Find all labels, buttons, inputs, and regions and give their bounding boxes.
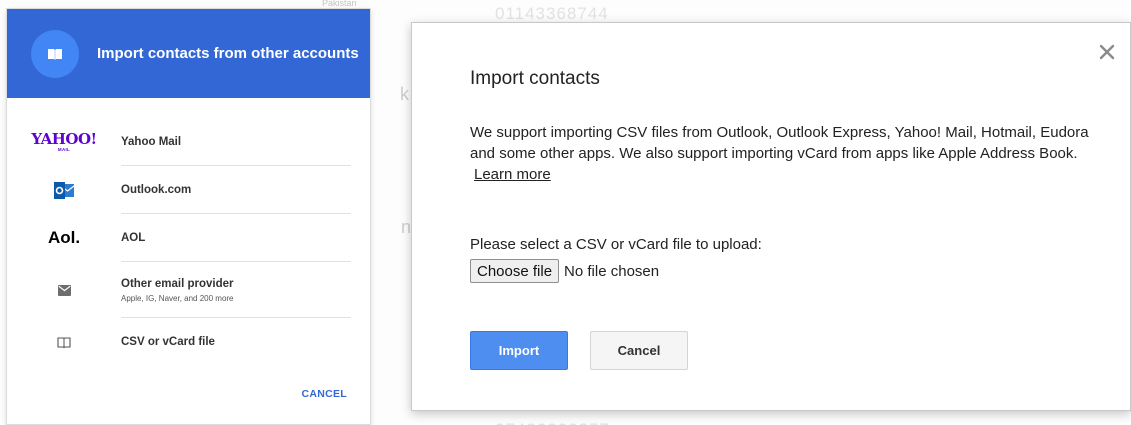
mail-icon (7, 284, 121, 296)
file-select-label: Please select a CSV or vCard file to upl… (470, 236, 762, 253)
cancel-button[interactable]: CANCEL (301, 388, 347, 400)
dialog-description: We support importing CSV files from Outl… (470, 122, 1100, 185)
aol-logo: Aol. (47, 228, 81, 247)
provider-sublabel: Apple, IG, Naver, and 200 more (121, 293, 234, 303)
close-icon[interactable] (1098, 43, 1116, 61)
dialog-header: Import contacts from other accounts (7, 9, 370, 98)
import-button[interactable]: Import (470, 331, 568, 370)
provider-label: Outlook.com (121, 184, 192, 196)
provider-label: Other email provider (121, 277, 234, 290)
background-phone-number-bottom: 07482223357 (495, 420, 610, 425)
dialog-title: Import contacts from other accounts (97, 45, 359, 62)
screen: 01143368744 07482223357 k n Pakistan Imp… (0, 0, 1131, 425)
provider-label: AOL (121, 232, 146, 244)
provider-other-email[interactable]: Other email provider Apple, IG, Naver, a… (7, 262, 370, 318)
file-status: No file chosen (564, 262, 660, 280)
dialog-title: Import contacts (470, 68, 600, 89)
provider-label: Yahoo Mail (121, 136, 182, 148)
header-book-icon (31, 29, 79, 78)
outlook-icon (7, 181, 121, 199)
background-char-2: n (401, 217, 412, 237)
learn-more-link[interactable]: Learn more (474, 166, 551, 183)
import-from-accounts-dialog: Import contacts from other accounts YAHO… (7, 9, 370, 424)
provider-aol[interactable]: Aol. AOL (7, 214, 370, 262)
import-contacts-dialog: Import contacts We support importing CSV… (411, 22, 1131, 411)
cancel-button[interactable]: Cancel (590, 331, 688, 370)
choose-file-button[interactable]: Choose file (470, 259, 560, 283)
file-input: Choose file No file chosen (470, 259, 659, 283)
provider-list: YAHOO! MAIL Yahoo Mail Outlook.com Aol. … (7, 118, 370, 366)
description-text: We support importing CSV files from Outl… (470, 124, 1089, 162)
background-phone-number-top: 01143368744 (495, 4, 609, 23)
provider-label: CSV or vCard file (121, 336, 215, 348)
book-icon (7, 336, 121, 348)
background-fragment: Pakistan (322, 0, 357, 8)
yahoo-logo: YAHOO! MAIL (31, 129, 97, 152)
provider-yahoo[interactable]: YAHOO! MAIL Yahoo Mail (7, 118, 370, 166)
provider-csv-vcard[interactable]: CSV or vCard file (7, 318, 370, 366)
provider-outlook[interactable]: Outlook.com (7, 166, 370, 214)
background-char: k (400, 84, 409, 104)
